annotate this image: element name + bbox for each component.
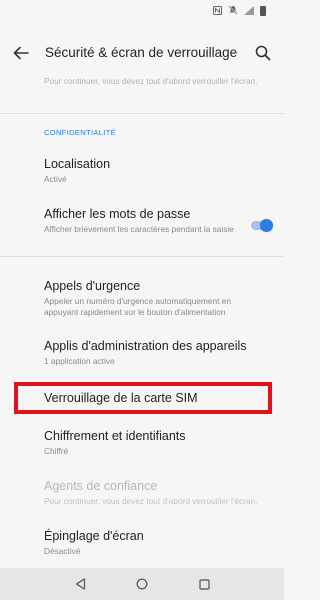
list-item-title: Épinglage d'écran — [44, 529, 144, 543]
search-button[interactable] — [252, 42, 274, 64]
list-item-encryption[interactable]: Chiffrement et identifiants Chiffré — [44, 428, 269, 457]
list-item-title: Localisation — [44, 157, 111, 171]
list-item-screen-pinning[interactable]: Épinglage d'écran Désactivé — [44, 528, 269, 557]
list-item-title: Agents de confiance — [44, 479, 158, 493]
back-button[interactable] — [10, 42, 32, 64]
show-passwords-toggle[interactable] — [251, 218, 273, 232]
list-item-trust-agents: Agents de confiance Pour continuer, vous… — [44, 478, 276, 507]
nav-home-button[interactable] — [135, 577, 149, 591]
list-item-title: Chiffrement et identifiants — [44, 429, 186, 443]
divider — [0, 256, 284, 257]
nav-back-button[interactable] — [73, 577, 87, 591]
list-item-title: Afficher les mots de passe — [44, 207, 191, 221]
list-item-title: Applis d'administration des appareils — [44, 339, 247, 353]
search-icon — [255, 45, 271, 61]
nfc-icon — [213, 5, 222, 17]
section-header: CONFIDENTIALITÉ — [44, 128, 117, 137]
home-circle-icon — [136, 578, 148, 590]
back-triangle-icon — [75, 578, 85, 590]
list-item-title: Appels d'urgence — [44, 279, 141, 293]
highlight-box — [14, 382, 272, 414]
list-item-summary: Appeler un numéro d'urgence automatiquem… — [44, 296, 232, 317]
mute-icon — [228, 5, 238, 17]
page-title: Sécurité & écran de verrouillage — [45, 45, 238, 60]
list-item-summary: Activé — [44, 174, 67, 184]
toggle-thumb — [260, 218, 273, 232]
navigation-bar — [0, 568, 284, 600]
list-item-emergency-calls[interactable]: Appels d'urgence Appeler un numéro d'urg… — [44, 278, 254, 318]
nav-recents-button[interactable] — [197, 577, 211, 591]
signal-icon — [244, 5, 254, 17]
list-item-summary: Pour continuer, vous devez tout d'abord … — [44, 496, 258, 506]
list-item-summary: Chiffré — [44, 446, 69, 456]
divider — [0, 113, 284, 114]
list-item-localisation[interactable]: Localisation Activé — [44, 156, 269, 185]
status-bar — [0, 0, 284, 22]
list-item-summary: Afficher brièvement les caractères penda… — [44, 224, 234, 234]
recents-square-icon — [198, 578, 210, 590]
settings-list[interactable]: Pour continuer, vous devez tout d'abord … — [0, 62, 284, 568]
list-item-show-passwords[interactable]: Afficher les mots de passe Afficher briè… — [44, 206, 239, 235]
list-item-summary-cut: Pour continuer, vous devez tout d'abord … — [44, 76, 258, 86]
list-item-summary: 1 application active — [44, 356, 115, 366]
list-item-summary: Désactivé — [44, 546, 81, 556]
battery-icon — [260, 6, 266, 16]
arrow-left-icon — [13, 46, 29, 60]
list-item-device-admin-apps[interactable]: Applis d'administration des appareils 1 … — [44, 338, 269, 367]
